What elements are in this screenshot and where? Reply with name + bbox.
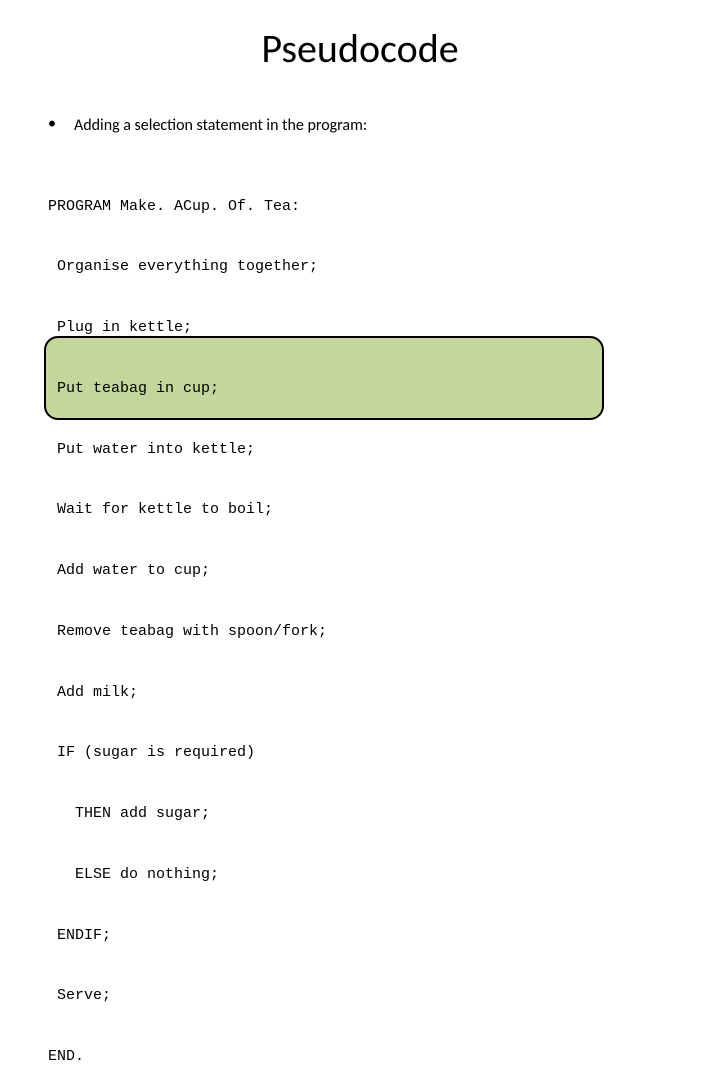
code-line: Organise everything together; (48, 257, 327, 277)
code-line: Add water to cup; (48, 561, 327, 581)
code-line: IF (sugar is required) (48, 743, 327, 763)
code-line: Remove teabag with spoon/fork; (48, 622, 327, 642)
bullet-item: • Adding a selection statement in the pr… (48, 116, 367, 135)
code-line: Put water into kettle; (48, 440, 327, 460)
code-line: ENDIF; (48, 926, 327, 946)
code-line: ELSE do nothing; (48, 865, 327, 885)
code-line: PROGRAM Make. ACup. Of. Tea: (48, 197, 327, 217)
code-line: Serve; (48, 986, 327, 1006)
bullet-text: Adding a selection statement in the prog… (74, 116, 367, 135)
code-line: Put teabag in cup; (48, 379, 327, 399)
code-line: Plug in kettle; (48, 318, 327, 338)
code-line: END. (48, 1047, 327, 1067)
code-line: Wait for kettle to boil; (48, 500, 327, 520)
code-line: Add milk; (48, 683, 327, 703)
slide-title: Pseudocode (0, 24, 720, 73)
code-line: THEN add sugar; (48, 804, 327, 824)
slide: Pseudocode • Adding a selection statemen… (0, 0, 720, 540)
pseudocode-block: PROGRAM Make. ACup. Of. Tea: Organise ev… (48, 156, 327, 1080)
bullet-marker: • (48, 116, 56, 132)
